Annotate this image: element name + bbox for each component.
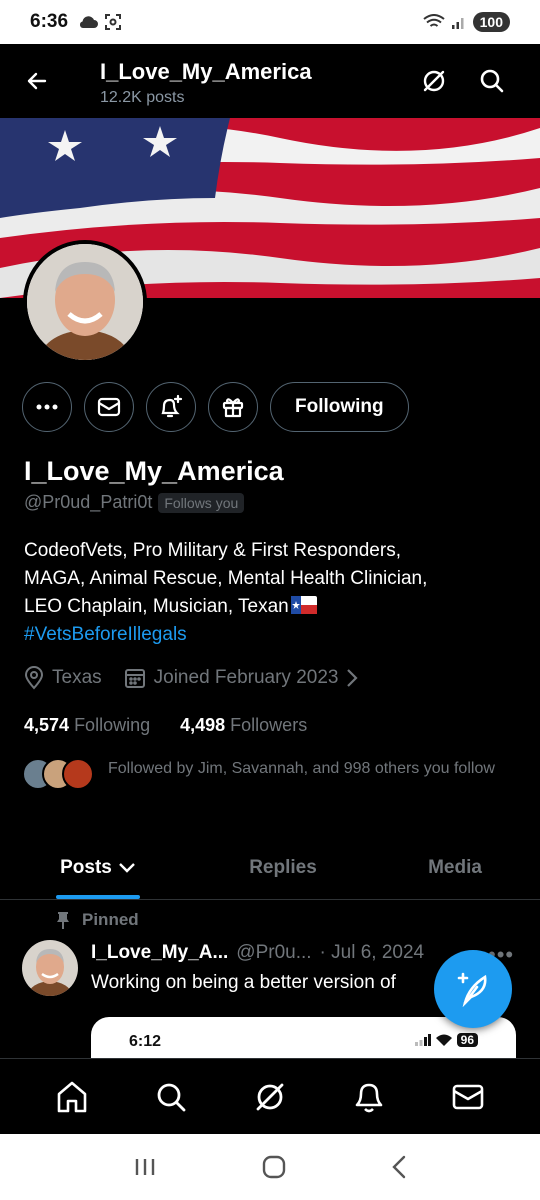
bottom-navigation — [0, 1058, 540, 1134]
profile-handle: @Pr0ud_Patri0t — [24, 492, 153, 512]
tab-replies[interactable]: Replies — [196, 836, 370, 899]
embed-battery: 96 — [456, 1033, 478, 1047]
notifications-button[interactable] — [146, 382, 196, 432]
envelope-icon — [97, 397, 121, 417]
calendar-icon — [124, 669, 145, 688]
signal-icon — [451, 18, 464, 29]
following-count-link[interactable]: 4,574 Following — [24, 715, 150, 736]
system-navigation — [0, 1134, 540, 1200]
feather-plus-icon — [457, 972, 487, 1007]
bell-plus-icon — [161, 394, 183, 418]
followed-by-text: Followed by Jim, Savannah, and 998 other… — [108, 760, 495, 777]
joined-text: Joined February 2023 — [153, 667, 339, 688]
home-icon — [57, 1081, 86, 1112]
active-tab-indicator — [56, 895, 140, 899]
status-bar: 6:36 100 — [0, 0, 540, 44]
followed-by-row[interactable]: Followed by Jim, Savannah, and 998 other… — [22, 758, 518, 792]
nav-search[interactable] — [141, 1067, 201, 1127]
tab-media[interactable]: Media — [370, 836, 540, 899]
chevron-right-icon — [347, 669, 359, 687]
chevron-down-icon — [119, 862, 135, 873]
wifi-icon — [423, 14, 445, 27]
recent-apps-icon[interactable] — [133, 1157, 157, 1177]
grok-icon[interactable] — [420, 67, 448, 95]
pinned-label-row: Pinned — [56, 910, 139, 930]
search-icon[interactable] — [478, 67, 506, 95]
location-pin-icon — [24, 666, 44, 690]
profile-actions: Following — [22, 382, 409, 432]
profile-meta: Texas Joined February 2023 — [24, 666, 372, 690]
texas-flag-icon — [290, 596, 317, 614]
pin-icon — [57, 912, 69, 929]
signal-icon — [414, 1034, 431, 1046]
screenshot-icon — [105, 14, 122, 30]
post-date[interactable]: · Jul 6, 2024 — [320, 942, 425, 964]
profile-avatar[interactable] — [23, 240, 147, 364]
wifi-icon — [435, 1034, 452, 1046]
tab-posts[interactable]: Posts — [0, 836, 196, 899]
bio-line: LEO Chaplain, Musician, Texan — [24, 596, 289, 617]
gift-icon — [222, 398, 244, 418]
post-text: Working on being a better version of — [91, 972, 396, 993]
nav-grok[interactable] — [240, 1067, 300, 1127]
nav-notifications[interactable] — [339, 1067, 399, 1127]
header-title: I_Love_My_America — [100, 59, 312, 84]
bio-hashtag-link[interactable]: #VetsBeforeIllegals — [24, 621, 524, 649]
profile-name: I_Love_My_America — [24, 456, 284, 486]
bio-line: CodeofVets, Pro Military & First Respond… — [24, 540, 401, 561]
post-author-name[interactable]: I_Love_My_A... — [91, 942, 228, 964]
joined-date[interactable]: Joined February 2023 — [124, 667, 359, 689]
more-options-button[interactable] — [22, 382, 72, 432]
nav-messages[interactable] — [438, 1067, 498, 1127]
search-icon — [157, 1083, 186, 1111]
bio-line: MAGA, Animal Rescue, Mental Health Clini… — [24, 568, 428, 589]
battery-indicator: 100 — [472, 12, 510, 32]
post-count: 12.2K posts — [100, 89, 185, 106]
home-button-icon[interactable] — [262, 1155, 286, 1179]
post-author-avatar[interactable] — [22, 940, 78, 996]
avatar — [62, 758, 94, 790]
envelope-icon — [453, 1084, 484, 1109]
subscribe-gift-button[interactable] — [208, 382, 258, 432]
grok-icon — [256, 1083, 284, 1110]
nav-home[interactable] — [42, 1067, 102, 1127]
arrow-left-icon — [27, 72, 47, 90]
back-icon[interactable] — [391, 1155, 407, 1179]
profile-header: I_Love_My_America 12.2K posts — [0, 44, 540, 118]
cloud-icon — [79, 16, 99, 28]
profile-tabs: Posts Replies Media — [0, 836, 540, 900]
back-button[interactable] — [0, 44, 74, 118]
post-header: I_Love_My_A... @Pr0u... · Jul 6, 2024 — [91, 942, 424, 964]
followers-count-link[interactable]: 4,498 Followers — [180, 715, 307, 736]
location-text: Texas — [52, 667, 102, 688]
status-time: 6:36 — [30, 11, 69, 32]
ellipsis-icon — [36, 404, 58, 410]
post-author-handle: @Pr0u... — [236, 942, 312, 963]
embed-time: 6:12 — [129, 1033, 162, 1050]
compose-post-button[interactable] — [434, 950, 512, 1028]
following-button[interactable]: Following — [270, 382, 409, 432]
profile-bio: CodeofVets, Pro Military & First Respond… — [24, 537, 524, 649]
pinned-label: Pinned — [82, 910, 139, 929]
bell-icon — [355, 1083, 383, 1112]
follows-you-badge: Follows you — [158, 492, 245, 513]
message-button[interactable] — [84, 382, 134, 432]
mutual-avatars — [22, 758, 94, 792]
follow-counts: 4,574 Following 4,498 Followers — [24, 715, 307, 736]
